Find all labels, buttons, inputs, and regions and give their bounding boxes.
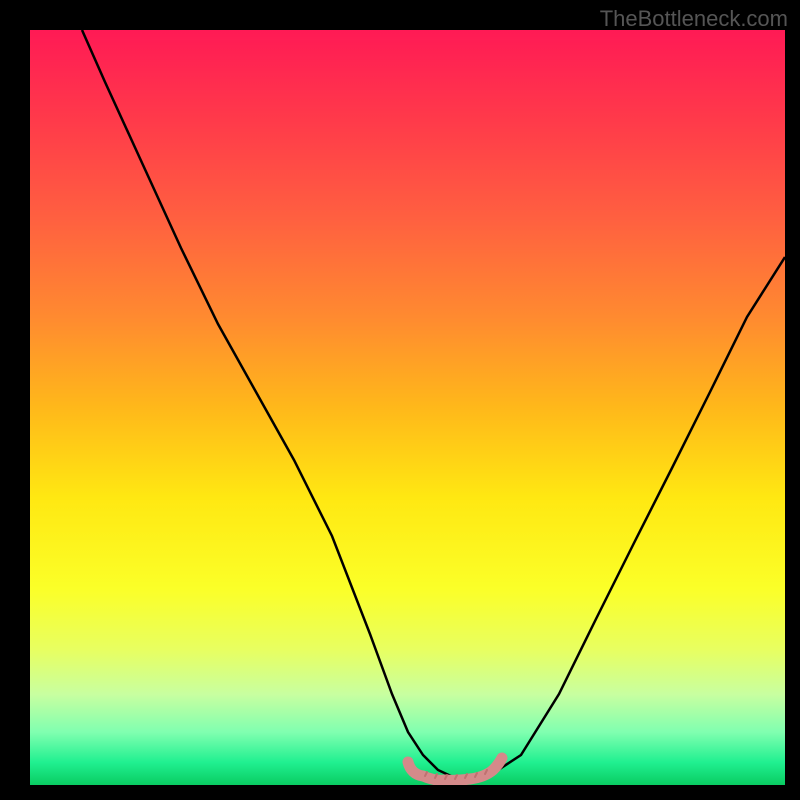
chart-svg (30, 30, 785, 785)
chart-plot-area (30, 30, 785, 785)
chart-curve-line (82, 30, 785, 777)
watermark-label: TheBottleneck.com (600, 6, 788, 32)
